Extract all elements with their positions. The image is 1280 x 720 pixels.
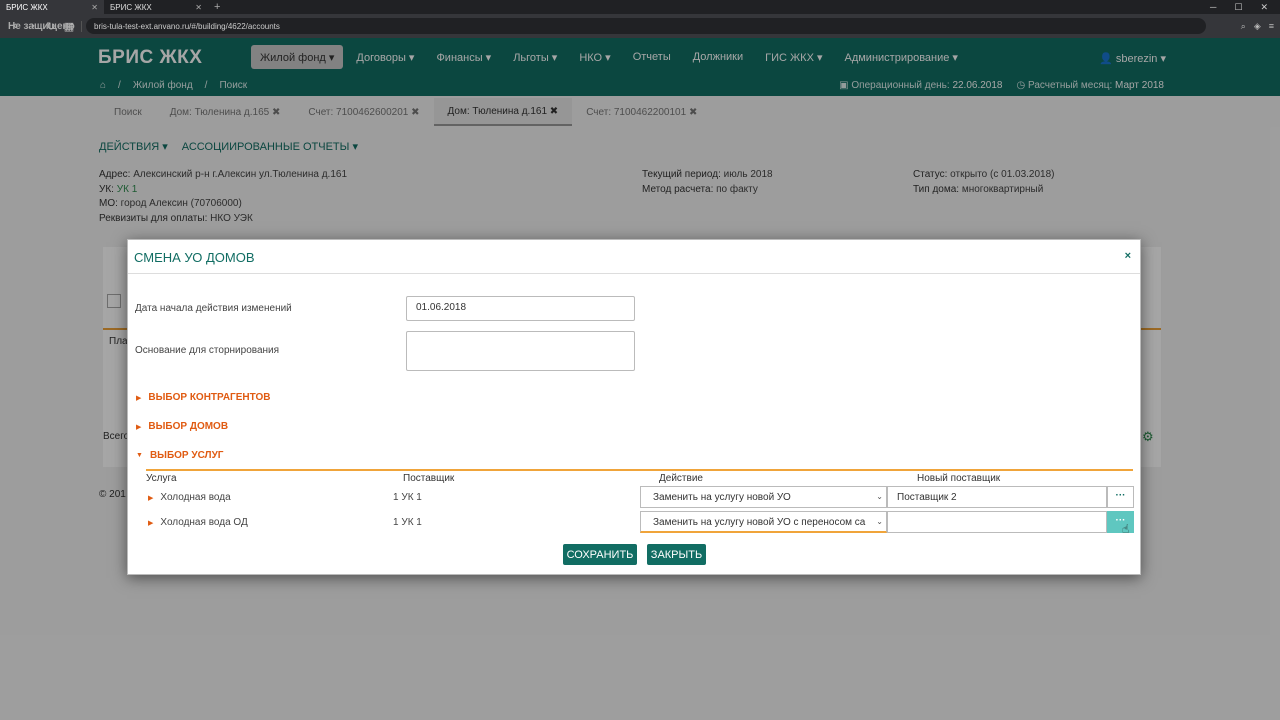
section-services[interactable]: ▼ ВЫБОР УСЛУГ xyxy=(136,450,223,461)
browser-tab-2[interactable]: БРИС ЖКХ ✕ xyxy=(104,0,208,14)
window-controls: ─ ☐ ✕ xyxy=(1210,2,1280,13)
zoom-icon[interactable]: ⌕ xyxy=(1241,21,1246,32)
table-row-1-service[interactable]: ▶ Холодная вода xyxy=(148,492,231,503)
chevron-down-icon: ⌄ xyxy=(874,492,883,501)
row-1-pick-provider-button[interactable]: ··· xyxy=(1107,486,1134,508)
row-2-pick-provider-button[interactable]: ··· xyxy=(1107,511,1134,533)
address-bar: ‹ › ↻ ▦ Не защищено bris-tula-test-ext.a… xyxy=(0,14,1280,38)
row-2-new-provider-input[interactable] xyxy=(887,511,1107,533)
row-1-new-provider-input[interactable]: Поставщик 2 xyxy=(887,486,1107,508)
caret-right-icon: ▶ xyxy=(148,519,154,527)
caret-right-icon: ▶ xyxy=(136,423,142,431)
maximize-icon[interactable]: ☐ xyxy=(1234,2,1242,13)
table-row-1-provider: 1 УК 1 xyxy=(393,492,422,503)
row-2-action-select[interactable]: Заменить на услугу новой УО с переносом … xyxy=(640,511,887,533)
reason-textarea[interactable] xyxy=(406,331,635,371)
minimize-icon[interactable]: ─ xyxy=(1210,2,1216,13)
section-houses[interactable]: ▶ ВЫБОР ДОМОВ xyxy=(136,421,228,432)
security-label: Не защищено xyxy=(8,20,82,32)
menu-icon[interactable]: ≡ xyxy=(1269,21,1274,32)
reason-label: Основание для сторнирования xyxy=(135,345,280,356)
header-new-provider: Новый поставщик xyxy=(917,473,1001,484)
change-uo-modal: СМЕНА УО ДОМОВ × Дата начала действия из… xyxy=(127,239,1141,575)
close-tab-icon[interactable]: ✕ xyxy=(91,3,98,12)
close-window-icon[interactable]: ✕ xyxy=(1260,2,1268,13)
modal-divider xyxy=(128,273,1140,274)
save-button[interactable]: СОХРАНИТЬ xyxy=(563,544,637,565)
chevron-down-icon: ⌄ xyxy=(874,517,883,526)
table-row-2-service[interactable]: ▶ Холодная вода ОД xyxy=(148,517,248,528)
caret-down-icon: ▼ xyxy=(136,452,143,459)
url-text: bris-tula-test-ext.anvano.ru/#/building/… xyxy=(94,21,280,31)
row-1-action-select[interactable]: Заменить на услугу новой УО ⌄ xyxy=(640,486,887,508)
date-label: Дата начала действия изменений xyxy=(135,303,292,314)
browser-tabbar: БРИС ЖКХ ✕ БРИС ЖКХ ✕ + ─ ☐ ✕ xyxy=(0,0,1280,14)
close-button[interactable]: ЗАКРЫТЬ xyxy=(647,544,706,565)
modal-title: СМЕНА УО ДОМОВ xyxy=(134,250,255,265)
modal-close-icon[interactable]: × xyxy=(1125,250,1131,262)
header-provider: Поставщик xyxy=(403,473,455,484)
services-section-line xyxy=(146,469,1133,471)
date-input[interactable]: 01.06.2018 xyxy=(406,296,635,321)
table-row-2-provider: 1 УК 1 xyxy=(393,517,422,528)
header-service: Услуга xyxy=(146,473,177,484)
caret-right-icon: ▶ xyxy=(136,394,142,402)
section-contractors[interactable]: ▶ ВЫБОР КОНТРАГЕНТОВ xyxy=(136,392,270,403)
url-field[interactable]: Не защищено bris-tula-test-ext.anvano.ru… xyxy=(8,18,1206,34)
hand-cursor-icon: ☝ xyxy=(1122,522,1130,536)
close-tab-icon[interactable]: ✕ xyxy=(195,3,202,12)
header-action: Действие xyxy=(659,473,703,484)
browser-extensions: ⌕ ◈ ≡ xyxy=(1241,21,1274,32)
new-tab-icon[interactable]: + xyxy=(214,1,220,13)
extension-icon[interactable]: ◈ xyxy=(1254,21,1261,32)
browser-tab-1[interactable]: БРИС ЖКХ ✕ xyxy=(0,0,104,14)
caret-right-icon: ▶ xyxy=(148,494,154,502)
